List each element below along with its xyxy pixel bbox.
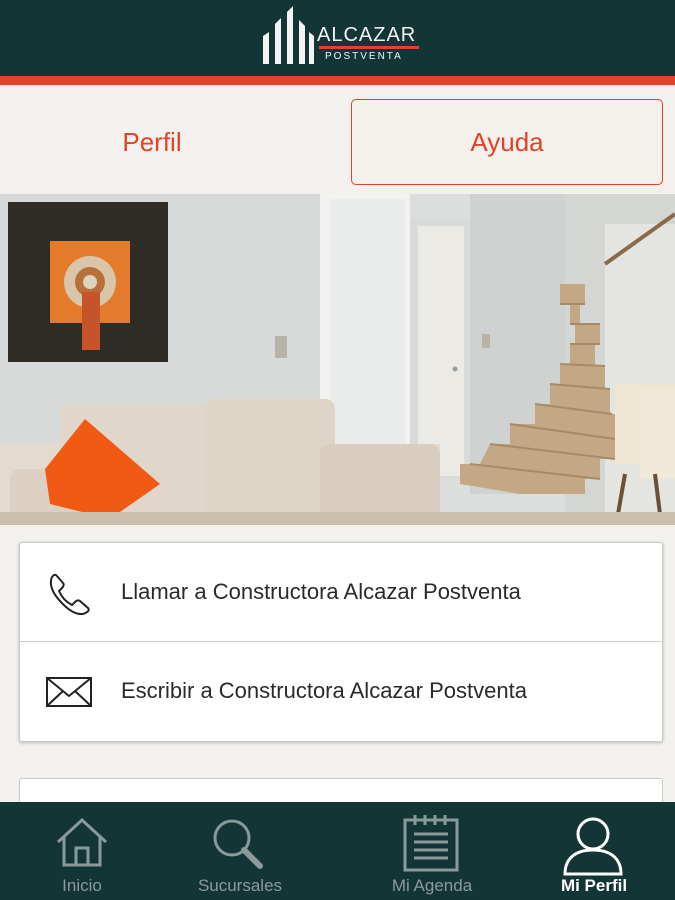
- profile-tab-bar: Perfil Ayuda: [0, 85, 675, 194]
- tab-ayuda[interactable]: Ayuda: [351, 99, 663, 185]
- home-icon: [56, 817, 108, 867]
- nav-inicio[interactable]: Inicio: [0, 802, 160, 900]
- logo-subtitle: POSTVENTA: [325, 51, 403, 62]
- app-header: ALCAZAR POSTVENTA: [0, 0, 675, 76]
- user-icon: [563, 817, 623, 876]
- nav-mi-perfil-label: Mi Perfil: [560, 876, 628, 895]
- bottom-navigation: Inicio Sucursales Mi Agenda Mi Perfil: [0, 802, 675, 900]
- logo-underline: [319, 46, 419, 49]
- logo-title: ALCAZAR: [317, 24, 417, 46]
- search-icon: [213, 819, 263, 869]
- tab-ayuda-label: Ayuda: [470, 126, 544, 157]
- nav-mi-agenda-label: Mi Agenda: [391, 876, 473, 895]
- nav-inicio-label: Inicio: [62, 876, 102, 895]
- contact-actions-card: Llamar a Constructora Alcazar Postventa …: [19, 542, 663, 742]
- header-accent-stripe: [0, 76, 675, 85]
- hero-living-room-image: [0, 194, 675, 525]
- nav-mi-perfil[interactable]: Mi Perfil: [512, 802, 675, 900]
- call-builder-label: Llamar a Constructora Alcazar Postventa: [121, 579, 521, 604]
- email-builder-label: Escribir a Constructora Alcazar Postvent…: [121, 678, 527, 703]
- logo-mark-icon: [263, 6, 314, 64]
- call-builder-button[interactable]: Llamar a Constructora Alcazar Postventa: [20, 543, 662, 642]
- nav-sucursales-label: Sucursales: [197, 876, 283, 895]
- nav-mi-agenda[interactable]: Mi Agenda: [350, 802, 510, 900]
- alcazar-logo: ALCAZAR POSTVENTA: [261, 6, 421, 68]
- tab-perfil-label: Perfil: [122, 126, 182, 157]
- email-builder-button[interactable]: Escribir a Constructora Alcazar Postvent…: [20, 642, 662, 740]
- agenda-icon: [403, 815, 459, 872]
- phone-icon: [49, 573, 90, 615]
- nav-sucursales[interactable]: Sucursales: [160, 802, 320, 900]
- tab-perfil[interactable]: Perfil: [0, 99, 304, 185]
- mail-icon: [46, 677, 92, 707]
